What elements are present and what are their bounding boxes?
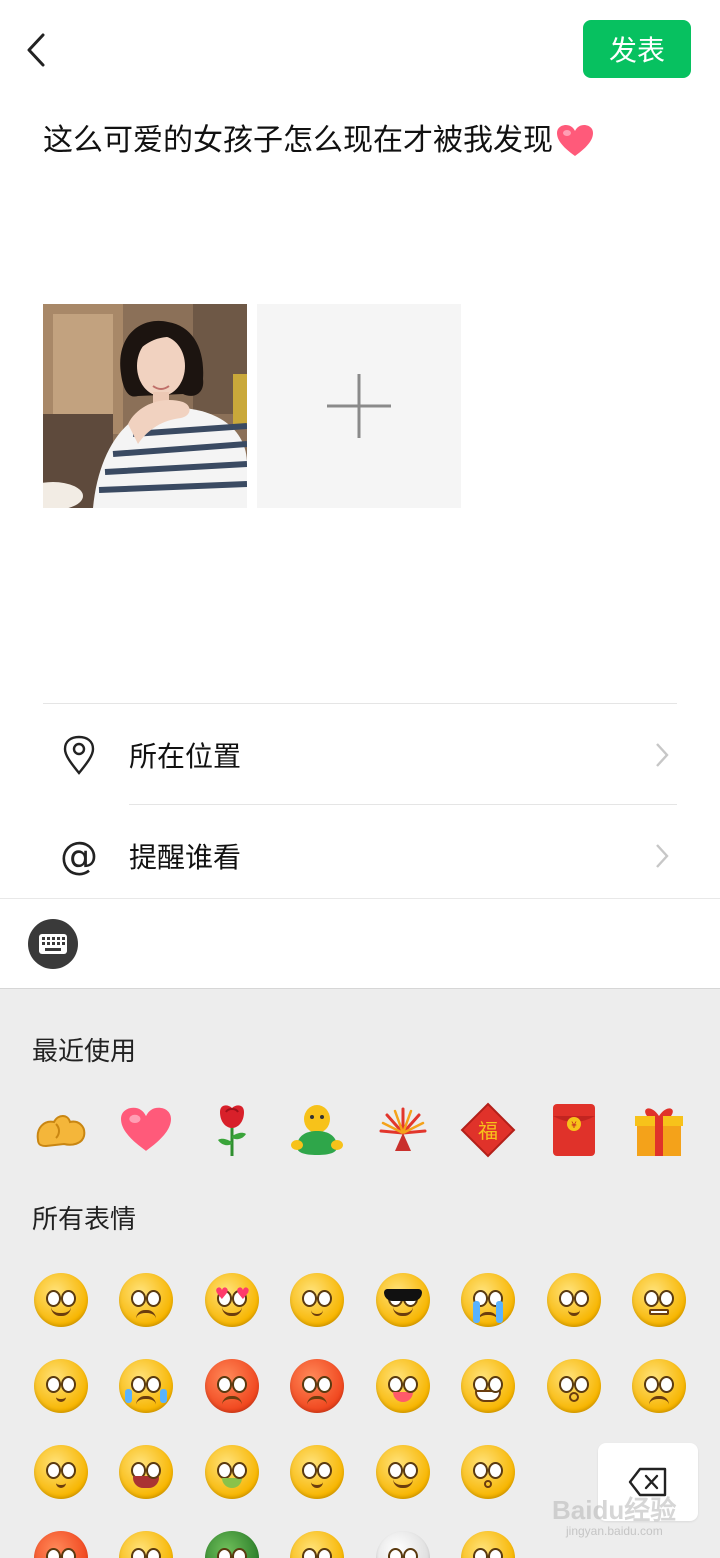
red-packet-emoji[interactable]: ¥ <box>531 1087 617 1173</box>
puke-emoji[interactable] <box>189 1429 275 1515</box>
angry-emoji[interactable] <box>275 1343 361 1429</box>
heart-emoji[interactable] <box>104 1087 190 1173</box>
keyboard-icon <box>39 934 67 954</box>
grin-emoji[interactable] <box>446 1343 532 1429</box>
back-button[interactable] <box>14 26 58 74</box>
blush-emoji[interactable] <box>18 1429 104 1515</box>
chevron-right-icon <box>647 742 677 768</box>
tongue-emoji[interactable] <box>360 1343 446 1429</box>
worried-emoji[interactable] <box>104 1257 190 1343</box>
sad-emoji[interactable] <box>617 1343 703 1429</box>
photo-image <box>43 304 247 508</box>
watermark-url: jingyan.baidu.com <box>566 1524 663 1538</box>
publish-button[interactable]: 发表 <box>583 20 691 78</box>
svg-text:福: 福 <box>478 1119 498 1143</box>
emoji-row: ♥ ♥ <box>18 1257 702 1343</box>
mention-label: 提醒谁看 <box>129 841 242 874</box>
chevron-right-icon <box>647 843 677 869</box>
strong-arm-icon <box>36 1115 86 1148</box>
heart-eyes-emoji[interactable]: ♥ ♥ <box>189 1257 275 1343</box>
all-emoji-title: 所有表情 <box>32 1205 137 1235</box>
location-pin-icon <box>43 735 115 775</box>
strong-arm-emoji[interactable] <box>18 1087 104 1173</box>
location-row[interactable]: 所在位置 <box>43 705 677 805</box>
heart-icon <box>121 1107 172 1151</box>
sleep-emoji[interactable] <box>18 1343 104 1429</box>
red-packet-icon: ¥ <box>552 1104 595 1156</box>
giggle-emoji[interactable] <box>275 1429 361 1515</box>
at-sign-icon: @ <box>60 834 98 878</box>
photo-thumbnail[interactable] <box>43 304 247 508</box>
fireworks-emoji[interactable] <box>360 1087 446 1173</box>
stare-emoji[interactable] <box>275 1257 361 1343</box>
mention-row[interactable]: @ 提醒谁看 <box>43 806 677 906</box>
svg-text:¥: ¥ <box>571 1121 577 1131</box>
post-text: 这么可爱的女孩子怎么现在才被我发现 <box>43 123 553 158</box>
awkward-emoji[interactable] <box>189 1343 275 1429</box>
green-figure-emoji[interactable] <box>275 1087 361 1173</box>
rose-icon <box>217 1105 246 1156</box>
surprised-emoji[interactable] <box>531 1343 617 1429</box>
oh-emoji[interactable] <box>446 1429 532 1515</box>
keyboard-toggle-button[interactable] <box>28 919 78 969</box>
fireworks-icon <box>379 1107 427 1151</box>
question-emoji[interactable] <box>360 1515 446 1558</box>
gift-emoji[interactable] <box>617 1087 703 1173</box>
post-text-input[interactable]: 这么可爱的女孩子怎么现在才被我发现 <box>43 118 683 164</box>
grimace-emoji[interactable] <box>104 1515 190 1558</box>
heart-emoji-icon <box>557 125 593 156</box>
furious-emoji[interactable] <box>18 1515 104 1558</box>
emoji-row <box>18 1343 702 1429</box>
sob-emoji[interactable] <box>104 1343 190 1429</box>
chevron-left-icon <box>27 33 45 67</box>
sunglasses-emoji[interactable] <box>360 1257 446 1343</box>
add-photo-button[interactable] <box>257 304 461 508</box>
smile-emoji[interactable] <box>18 1257 104 1343</box>
gift-icon <box>635 1108 684 1156</box>
smile-blush-emoji[interactable] <box>360 1429 446 1515</box>
rose-emoji[interactable] <box>189 1087 275 1173</box>
divider <box>129 804 677 805</box>
fu-diamond-icon: 福 <box>460 1102 516 1158</box>
location-label: 所在位置 <box>129 740 242 773</box>
shy-emoji[interactable] <box>531 1257 617 1343</box>
watermark-logo: Baidu经验 <box>552 1495 677 1525</box>
plus-icon <box>327 374 391 438</box>
recent-emoji-title: 最近使用 <box>32 1037 137 1067</box>
recent-emoji-row: 福 ¥ <box>18 1087 702 1173</box>
divider <box>43 703 677 704</box>
top-bar: 发表 <box>0 0 720 100</box>
laugh-cry-emoji[interactable] <box>104 1429 190 1515</box>
green-figure-icon <box>291 1105 344 1155</box>
input-toolbar <box>0 898 720 988</box>
shocked-emoji[interactable] <box>446 1515 532 1558</box>
crying-emoji[interactable] <box>446 1257 532 1343</box>
fu-diamond-emoji[interactable]: 福 <box>446 1087 532 1173</box>
soldier-emoji[interactable] <box>189 1515 275 1558</box>
smirk-emoji[interactable] <box>275 1515 361 1558</box>
silent-emoji[interactable] <box>617 1257 703 1343</box>
